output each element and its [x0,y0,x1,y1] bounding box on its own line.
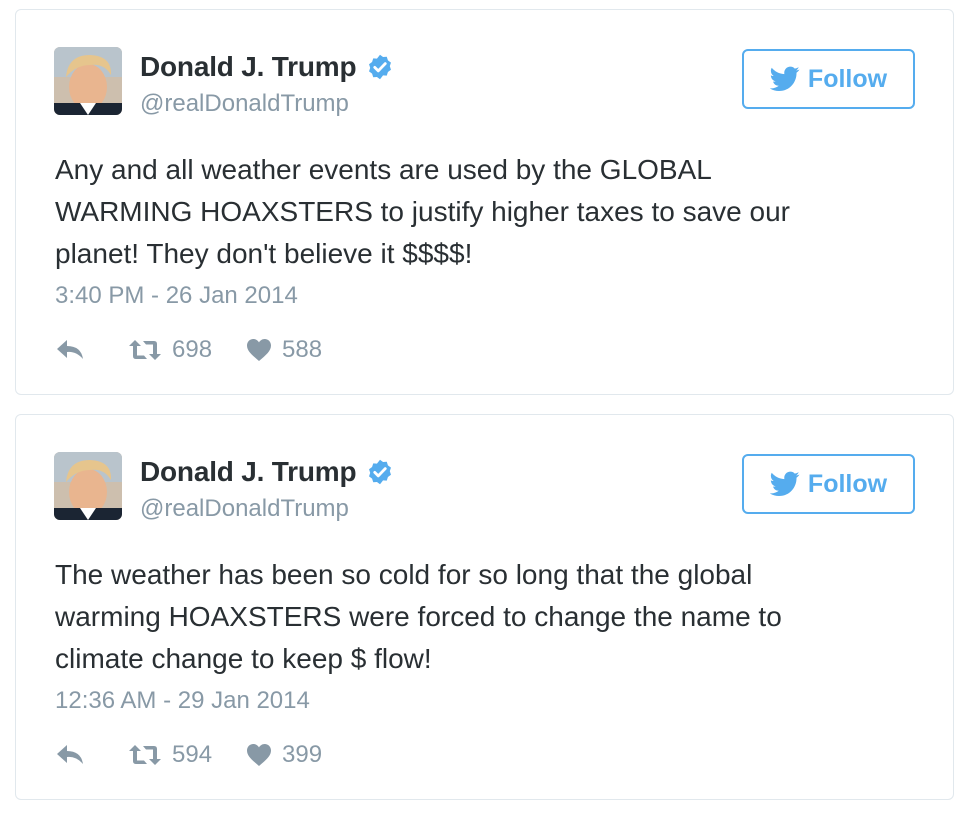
reply-button[interactable] [56,339,88,361]
tweet-actions: 594 399 [56,740,322,770]
author-name[interactable]: Donald J. Trump [140,456,357,488]
avatar[interactable] [54,47,122,115]
follow-button[interactable]: Follow [742,49,915,109]
tweet-text-line: planet! They don't believe it $$$$! [55,238,473,269]
author-name-row: Donald J. Trump [140,49,394,85]
reply-arrow-icon [57,340,83,359]
tweet-text-line: warming HOAXSTERS were forced to change … [55,601,782,632]
tweet-card[interactable]: Donald J. Trump @realDonaldTrump Follow … [15,414,954,800]
retweet-count: 698 [172,336,213,363]
reply-button[interactable] [56,744,88,766]
author-handle[interactable]: @realDonaldTrump [140,90,349,118]
tweet-actions: 698 588 [56,335,322,365]
retweet-count: 594 [172,741,213,768]
tweet-text-line: Any and all weather events are used by t… [55,154,712,185]
tweet-text: The weather has been so cold for so long… [55,554,915,680]
tweet-text-line: climate change to keep $ flow! [55,643,432,674]
author-name-row: Donald J. Trump [140,454,394,490]
retweet-button[interactable]: 698 [128,336,212,364]
verified-badge-icon [369,54,392,80]
twitter-bird-icon [769,66,800,91]
like-button[interactable]: 588 [246,336,322,364]
author-name[interactable]: Donald J. Trump [140,51,357,83]
retweet-button[interactable]: 594 [128,741,212,769]
like-button[interactable]: 399 [246,741,322,769]
avatar-image [54,47,122,115]
reply-arrow-icon [57,745,83,764]
like-count: 588 [282,336,323,363]
tweet-timestamp[interactable]: 3:40 PM - 26 Jan 2014 [55,282,298,310]
tweet-timestamp[interactable]: 12:36 AM - 29 Jan 2014 [55,687,310,715]
follow-label: Follow [807,469,888,498]
follow-label: Follow [807,64,888,93]
verified-badge-icon [369,459,392,485]
avatar[interactable] [54,452,122,520]
tweet-text-line: The weather has been so cold for so long… [55,559,753,590]
twitter-bird-icon [769,471,800,496]
author-handle[interactable]: @realDonaldTrump [140,495,349,523]
heart-icon [247,744,272,766]
avatar-image [54,452,122,520]
follow-button[interactable]: Follow [742,454,915,514]
tweet-card[interactable]: Donald J. Trump @realDonaldTrump Follow … [15,9,954,395]
tweet-text: Any and all weather events are used by t… [55,149,915,275]
like-count: 399 [282,741,323,768]
heart-icon [247,339,272,361]
retweet-icon [129,340,161,360]
tweet-text-line: WARMING HOAXSTERS to justify higher taxe… [55,196,790,227]
retweet-icon [129,745,161,765]
